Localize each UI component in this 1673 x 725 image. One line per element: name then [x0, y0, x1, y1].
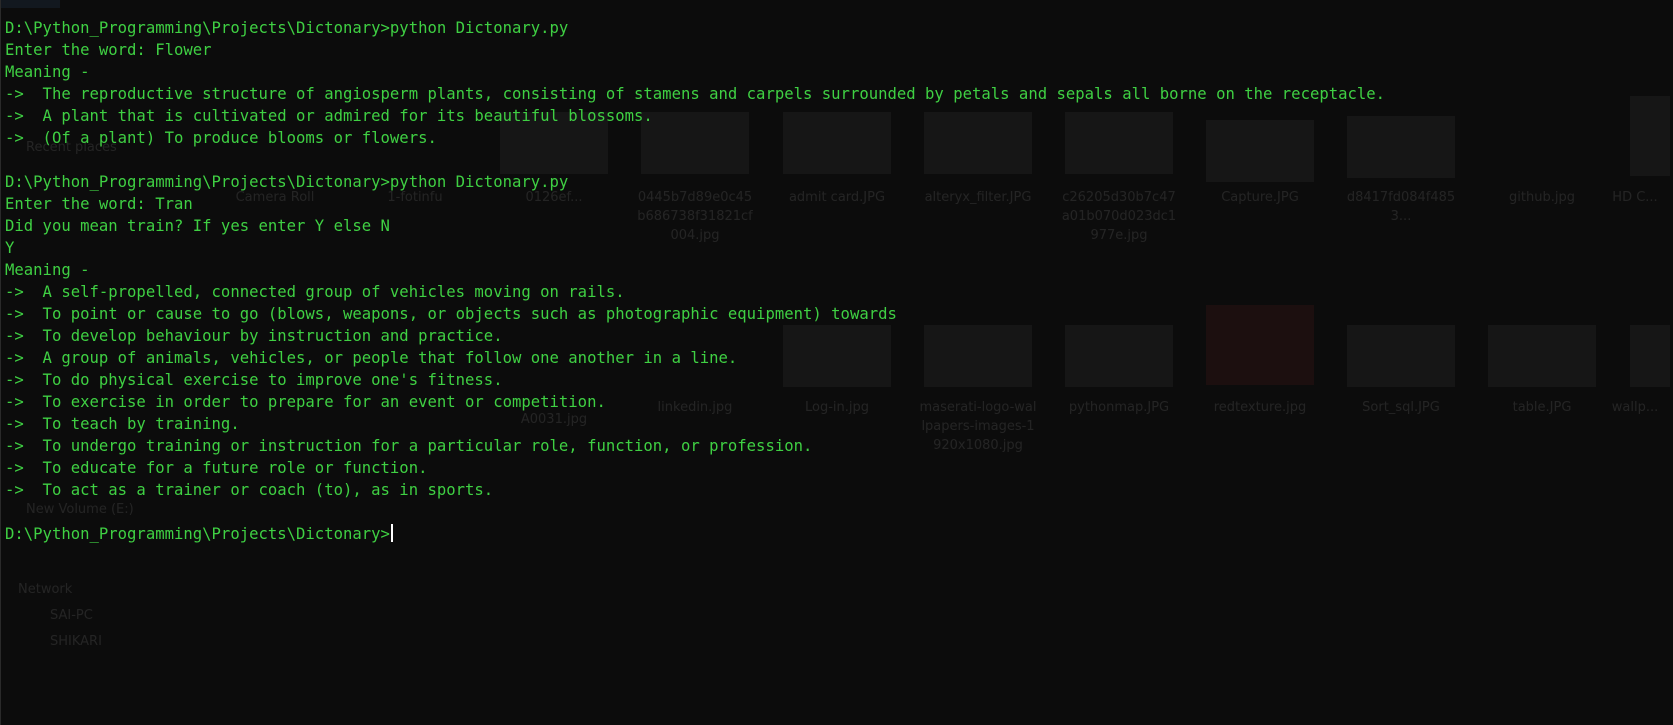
terminal-line: -> To point or cause to go (blows, weapo… — [5, 305, 897, 323]
text-cursor — [390, 524, 393, 542]
terminal-line: -> A group of animals, vehicles, or peop… — [5, 349, 738, 367]
terminal-line: -> To undergo training or instruction fo… — [5, 437, 813, 455]
nav-item-sai-pc: SAI-PC — [50, 608, 93, 623]
terminal-line: Enter the word: Tran — [5, 195, 193, 213]
nav-item-shikari: SHIKARI — [50, 634, 102, 649]
terminal-line: Enter the word: Flower — [5, 41, 212, 59]
terminal-line: Meaning - — [5, 261, 90, 279]
terminal-line: -> To teach by training. — [5, 415, 240, 433]
terminal-prompt-line[interactable]: D:\Python_Programming\Projects\Dictonary… — [5, 523, 1663, 545]
explorer-titlebar-fragment — [0, 0, 60, 8]
terminal-line: -> To educate for a future role or funct… — [5, 459, 428, 477]
terminal-line: D:\Python_Programming\Projects\Dictonary… — [5, 19, 569, 37]
terminal-output[interactable]: D:\Python_Programming\Projects\Dictonary… — [5, 17, 1663, 545]
terminal-line: Y — [5, 239, 15, 257]
terminal-line: -> A self-propelled, connected group of … — [5, 283, 625, 301]
terminal-line: -> (Of a plant) To produce blooms or flo… — [5, 129, 437, 147]
terminal-line: -> To act as a trainer or coach (to), as… — [5, 481, 494, 499]
terminal-line: -> A plant that is cultivated or admired… — [5, 107, 653, 125]
terminal-line: Did you mean train? If yes enter Y else … — [5, 217, 390, 235]
terminal-line: -> The reproductive structure of angiosp… — [5, 85, 1386, 103]
terminal-prompt: D:\Python_Programming\Projects\Dictonary… — [5, 525, 390, 543]
terminal-line: -> To exercise in order to prepare for a… — [5, 393, 606, 411]
nav-item-network: Network — [18, 582, 73, 597]
terminal-line: Meaning - — [5, 63, 90, 81]
terminal-line: -> To do physical exercise to improve on… — [5, 371, 503, 389]
window-left-border — [0, 0, 1, 725]
terminal-line: D:\Python_Programming\Projects\Dictonary… — [5, 173, 569, 191]
terminal-line: -> To develop behaviour by instruction a… — [5, 327, 503, 345]
